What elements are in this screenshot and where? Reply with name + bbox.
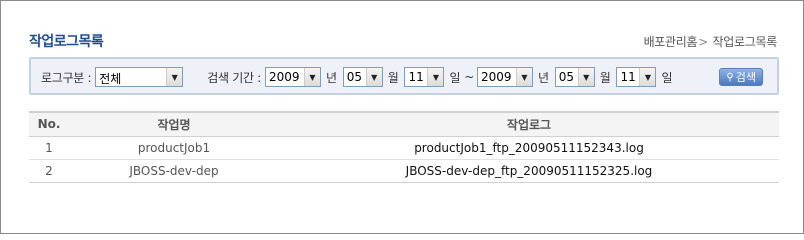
- header-no: No.: [29, 111, 69, 137]
- row-job: JBOSS-dev-dep: [69, 159, 279, 183]
- breadcrumb-current: 작업로그목록: [712, 35, 778, 49]
- from-year-unit: 년: [325, 70, 337, 85]
- row-log-link[interactable]: productJob1_ftp_20090511152343.log: [279, 136, 779, 160]
- category-select[interactable]: 전체 ▼: [95, 67, 184, 87]
- search-icon: ⚲: [726, 71, 734, 83]
- from-month-value: 05: [346, 70, 362, 84]
- table-row: 2 JBOSS-dev-dep JBOSS-dev-dep_ftp_200905…: [29, 159, 779, 183]
- category-select-value: 전체: [99, 72, 122, 86]
- table-row: 1 productJob1 productJob1_ftp_2009051115…: [29, 136, 779, 160]
- to-day-select[interactable]: 11 ▼: [616, 67, 657, 87]
- chevron-down-icon[interactable]: ▼: [166, 68, 183, 86]
- range-separator: ~: [464, 70, 474, 84]
- from-day-value: 11: [408, 70, 424, 84]
- chevron-down-icon[interactable]: ▼: [639, 68, 656, 86]
- page-title: 작업로그목록: [29, 34, 104, 50]
- category-label: 로그구분 :: [41, 70, 92, 85]
- log-table: No. 작업명 작업로그 1 productJob1 productJob1_f…: [29, 111, 779, 183]
- row-log-link[interactable]: JBOSS-dev-dep_ftp_20090511152325.log: [279, 159, 779, 183]
- from-year-value: 2009: [268, 70, 300, 84]
- row-no: 2: [29, 159, 69, 183]
- to-year-value: 2009: [480, 70, 512, 84]
- row-no: 1: [29, 136, 69, 160]
- page-frame: 작업로그목록 배포관리홈> 작업로그목록 로그구분 : 전체 ▼ 검색 기간 :…: [0, 0, 804, 234]
- header-log: 작업로그: [279, 111, 779, 137]
- to-month-unit: 월: [599, 70, 611, 85]
- from-month-select[interactable]: 05 ▼: [342, 67, 383, 87]
- search-panel: 로그구분 : 전체 ▼ 검색 기간 : 2009 ▼ 년 05 ▼ 월 11 ▼…: [29, 57, 779, 95]
- breadcrumb: 배포관리홈> 작업로그목록: [644, 33, 778, 50]
- to-day-value: 11: [620, 70, 636, 84]
- row-job: productJob1: [69, 136, 279, 160]
- to-year-unit: 년: [537, 70, 549, 85]
- from-month-unit: 월: [387, 70, 399, 85]
- to-year-select[interactable]: 2009 ▼: [476, 67, 533, 87]
- chevron-down-icon[interactable]: ▼: [365, 68, 382, 86]
- chevron-down-icon[interactable]: ▼: [577, 68, 594, 86]
- search-button-label: 검색: [735, 71, 756, 84]
- to-month-value: 05: [558, 70, 574, 84]
- from-day-select[interactable]: 11 ▼: [404, 67, 445, 87]
- chevron-down-icon[interactable]: ▼: [427, 68, 444, 86]
- header-job: 작업명: [69, 111, 279, 137]
- chevron-down-icon[interactable]: ▼: [515, 68, 532, 86]
- to-month-select[interactable]: 05 ▼: [554, 67, 595, 87]
- from-day-unit: 일: [449, 70, 461, 85]
- from-year-select[interactable]: 2009 ▼: [264, 67, 321, 87]
- chevron-down-icon[interactable]: ▼: [303, 68, 320, 86]
- search-button[interactable]: ⚲ 검색: [719, 68, 763, 86]
- breadcrumb-separator: >: [698, 35, 709, 49]
- breadcrumb-home[interactable]: 배포관리홈: [644, 35, 698, 49]
- to-day-unit: 일: [661, 70, 673, 85]
- period-label: 검색 기간 :: [207, 70, 261, 85]
- table-header-row: No. 작업명 작업로그: [29, 111, 779, 137]
